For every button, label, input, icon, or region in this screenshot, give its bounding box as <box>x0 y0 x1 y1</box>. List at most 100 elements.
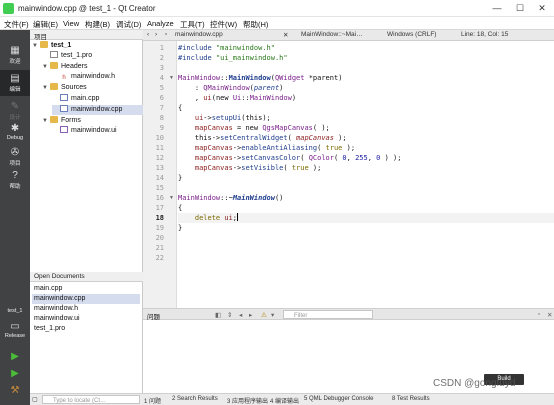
project-icon <box>40 41 48 48</box>
bug-icon: ✱ <box>10 123 20 134</box>
output-tab-issues[interactable]: 1 问题 <box>144 396 161 405</box>
line-number: 19 <box>155 224 164 232</box>
pencil-icon: ✎ <box>10 101 20 112</box>
debug-run-button[interactable]: ▶ <box>0 365 30 379</box>
mode-welcome[interactable]: ▦ 欢迎 <box>0 42 30 68</box>
tree-item-main-cpp[interactable]: main.cpp <box>52 94 99 104</box>
target-selector-project[interactable]: test_1 <box>0 306 30 318</box>
menu-edit[interactable]: 编辑(E) <box>33 19 58 30</box>
file-tab[interactable]: mainwindow.cpp <box>175 31 223 38</box>
line-number: 9 <box>159 124 164 132</box>
symbol-selector[interactable]: MainWindow::~Mai… <box>301 31 363 38</box>
menu-widget[interactable]: 控件(W) <box>210 19 237 30</box>
menu-view[interactable]: View <box>63 19 79 28</box>
forward-arrow-icon[interactable]: › <box>155 31 157 38</box>
line-number: 13 <box>155 164 164 172</box>
tree-item-headers[interactable]: ▼ Headers <box>42 62 87 72</box>
tree-item-forms[interactable]: ▼ Forms <box>42 116 81 126</box>
line-number: 7 <box>159 104 164 112</box>
qt-creator-logo-icon <box>3 3 14 14</box>
open-document-item[interactable]: mainwindow.cpp <box>32 294 140 304</box>
menu-file[interactable]: 文件(F) <box>4 19 29 30</box>
menu-tools[interactable]: 工具(T) <box>180 19 205 30</box>
line-number: 8 <box>159 114 164 122</box>
encoding-selector[interactable]: Windows (CRLF) <box>387 31 436 38</box>
line-number: 15 <box>155 184 164 192</box>
code-line: { <box>178 204 183 212</box>
ui-file-icon <box>60 126 68 133</box>
line-number: 6 <box>159 94 164 102</box>
tree-item-pro-file[interactable]: test_1.pro <box>42 51 92 61</box>
line-number: 16 <box>155 194 164 202</box>
open-documents-header: Open Documents <box>30 272 143 282</box>
build-button[interactable]: ⚒ <box>0 382 30 396</box>
minimize-button[interactable]: — <box>488 2 506 14</box>
code-line: : QMainWindow(parent) <box>178 84 284 92</box>
issues-filter-input[interactable]: Filter <box>283 310 373 319</box>
output-tab-app-output[interactable]: 3 应用程序输出 <box>227 396 268 405</box>
tree-item-mainwindow-h[interactable]: h mainwindow.h <box>52 72 115 82</box>
maximize-button[interactable]: ☐ <box>511 2 529 14</box>
output-tab-compile[interactable]: 4 编译输出 <box>270 396 299 405</box>
back-arrow-icon[interactable]: ‹ <box>147 31 149 38</box>
menu-help[interactable]: 帮助(H) <box>243 19 268 30</box>
help-icon: ? <box>12 170 18 181</box>
watermark: CSDN @gongfuyd <box>433 378 516 389</box>
code-line: mapCanvas = new QgsMapCanvas( ); <box>194 124 330 132</box>
tree-item-sources[interactable]: ▼ Sources <box>42 83 87 93</box>
close-pane-icon[interactable]: ✕ <box>547 311 552 319</box>
folder-icon <box>50 116 58 123</box>
dropdown-icon[interactable]: ▾ <box>271 311 274 319</box>
fold-arrow-icon[interactable]: ▼ <box>169 193 174 203</box>
close-file-icon[interactable]: ✕ <box>283 31 288 39</box>
tree-item-project[interactable]: ▼ test_1 <box>32 41 71 51</box>
warning-icon[interactable]: ⚠ <box>261 311 267 319</box>
target-selector-config[interactable]: ▭ Release <box>0 318 30 344</box>
output-tab-qml-console[interactable]: 5 QML Debugger Console <box>304 396 373 402</box>
expand-icon[interactable]: ⇕ <box>227 311 232 319</box>
code-editor[interactable]: #include "mainwindow.h" #include "ui_mai… <box>178 41 554 308</box>
minimize-pane-icon[interactable]: ▫ <box>538 311 540 318</box>
close-button[interactable]: ✕ <box>533 2 551 14</box>
title-bar: mainwindow.cpp @ test_1 - Qt Creator — ☐… <box>0 0 554 17</box>
nav-left-icon[interactable]: ◂ <box>239 311 242 319</box>
open-document-item[interactable]: main.cpp <box>32 284 140 294</box>
debug-run-icon: ▶ <box>11 368 19 379</box>
run-icon: ▶ <box>11 351 19 362</box>
mode-help[interactable]: ? 帮助 <box>0 167 30 193</box>
open-document-item[interactable]: mainwindow.ui <box>32 314 140 324</box>
mode-edit[interactable]: ▤ 编辑 <box>0 70 30 96</box>
line-number: 1 <box>159 44 164 52</box>
document-icon: ▫ <box>165 31 168 38</box>
line-number: 12 <box>155 154 164 162</box>
tree-item-mainwindow-ui[interactable]: mainwindow.ui <box>52 126 117 136</box>
open-document-item[interactable]: mainwindow.h <box>32 304 140 314</box>
code-line: MainWindow::MainWindow(QWidget *parent) <box>178 74 343 82</box>
code-line: { <box>178 104 183 112</box>
pro-file-icon <box>50 51 58 58</box>
line-number-current: 18 <box>155 214 164 222</box>
output-tab-search[interactable]: 2 Search Results <box>172 396 218 402</box>
code-line: mapCanvas->setVisible( true ); <box>194 164 322 172</box>
folder-icon <box>50 83 58 90</box>
tree-item-mainwindow-cpp[interactable]: mainwindow.cpp <box>52 105 143 115</box>
code-line: #include "mainwindow.h" <box>178 44 275 52</box>
output-tab-tests[interactable]: 8 Test Results <box>392 396 430 402</box>
mode-debug[interactable]: ✱ Debug <box>0 120 30 146</box>
menu-build[interactable]: 构建(B) <box>85 19 110 30</box>
editor-toolbar: ‹ › ▫ mainwindow.cpp ✕ MainWindow::~Mai…… <box>143 30 554 41</box>
code-line: , ui(new Ui::MainWindow) <box>178 94 297 102</box>
locator-input[interactable]: Type to locate (Ct… <box>42 395 140 404</box>
run-button[interactable]: ▶ <box>0 348 30 362</box>
nav-right-icon[interactable]: ▸ <box>249 311 252 319</box>
line-number: 21 <box>155 244 164 252</box>
fold-arrow-icon[interactable]: ▼ <box>169 73 174 83</box>
open-document-item[interactable]: test_1.pro <box>32 324 140 334</box>
error-filter-icon[interactable]: ◧ <box>215 311 221 319</box>
grid-icon: ▦ <box>10 45 20 56</box>
toggle-sidebar-icon[interactable]: ▢ <box>32 396 38 403</box>
menu-debug[interactable]: 调试(D) <box>116 19 141 30</box>
menu-analyze[interactable]: Analyze <box>147 19 174 28</box>
line-number-gutter: 1 2 3 4 5 6 7 8 9 10 11 12 13 14 15 16 1… <box>143 41 177 308</box>
menu-bar: 文件(F) 编辑(E) View 构建(B) 调试(D) Analyze 工具(… <box>0 17 554 30</box>
